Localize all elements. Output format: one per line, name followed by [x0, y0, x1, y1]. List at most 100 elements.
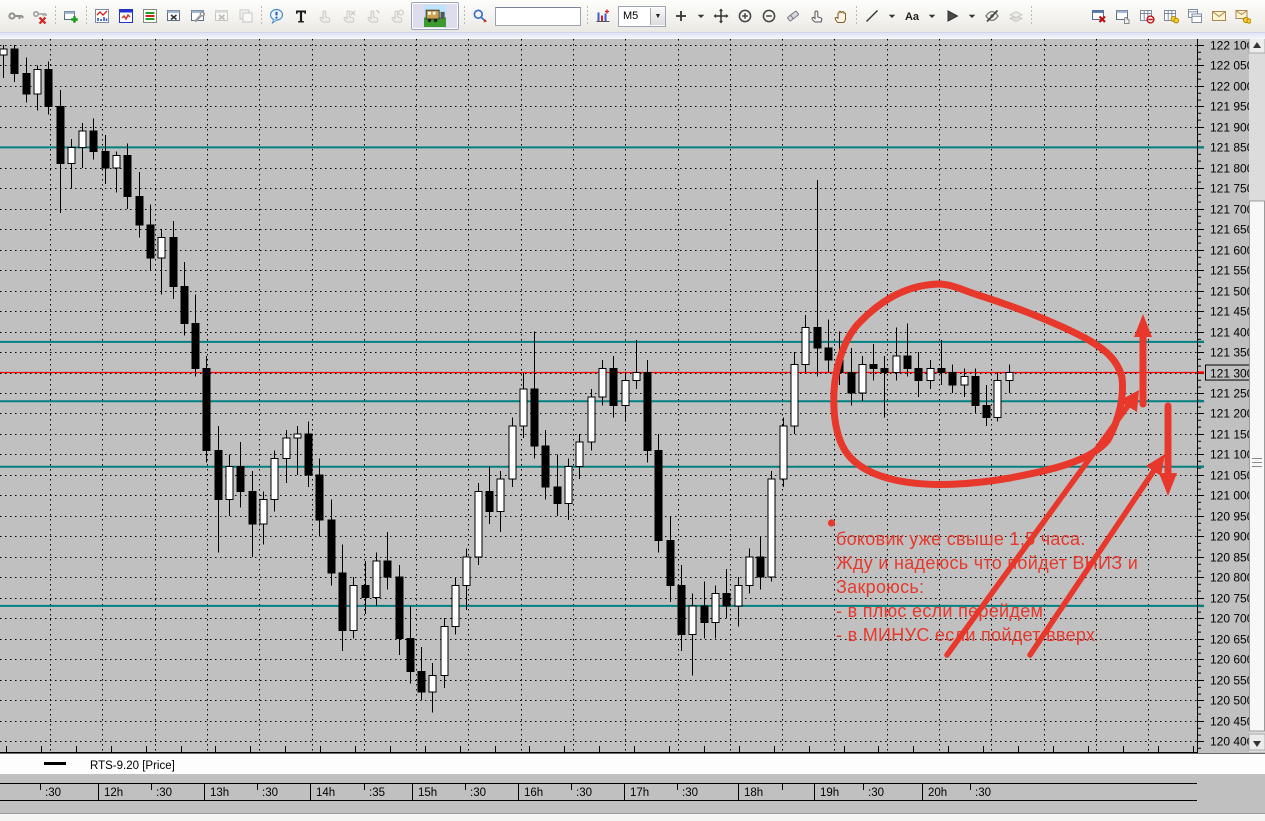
time-axis-label: :30: [576, 787, 592, 799]
time-axis-label: :30: [156, 787, 172, 799]
price-axis-label: 120 700: [1210, 612, 1254, 626]
close-window-icon[interactable]: [162, 3, 186, 29]
annotation-text-line: Закроюсь:: [836, 577, 924, 597]
price-axis-label: 121 500: [1210, 285, 1254, 299]
pan-hand-icon[interactable]: [829, 3, 853, 29]
price-axis-label: 120 550: [1210, 674, 1254, 688]
window-hand-icon[interactable]: [1111, 3, 1135, 29]
toolbar-separator: [584, 4, 591, 28]
caret-down-icon[interactable]: [693, 3, 709, 29]
hand-stop-icon: [385, 3, 409, 29]
price-axis-label: 121 450: [1210, 305, 1254, 319]
combo-dropdown-button[interactable]: ▼: [650, 7, 665, 25]
envelope-icon[interactable]: [1207, 3, 1231, 29]
table-block-icon[interactable]: [1135, 3, 1159, 29]
price-axis-label: 120 600: [1210, 653, 1254, 667]
legend-row: [0, 754, 1265, 774]
toolbar-separator: [83, 4, 90, 28]
configure-window-icon[interactable]: [186, 3, 210, 29]
time-axis-label: 19h: [820, 787, 839, 799]
price-axis-label: 121 750: [1210, 182, 1254, 196]
toolbar: M5 ▼ Aa: [0, 0, 1265, 33]
chart-plot-area[interactable]: [0, 39, 1197, 752]
price-axis-label: 121 200: [1210, 407, 1254, 421]
quotes-list-icon[interactable]: [138, 3, 162, 29]
line-tool-icon[interactable]: [860, 3, 884, 29]
layers-icon: [1004, 3, 1028, 29]
eraser-icon[interactable]: [781, 3, 805, 29]
toolbar-separator: [1028, 4, 1035, 28]
price-axis-label: 121 400: [1210, 326, 1254, 340]
time-axis-label: :30: [45, 787, 61, 799]
quotes-chart-icon[interactable]: [90, 3, 114, 29]
time-axis-label: :30: [682, 787, 698, 799]
table-coins-icon[interactable]: [1159, 3, 1183, 29]
toolbar-separator: [258, 4, 265, 28]
price-axis-label: 120 900: [1210, 530, 1254, 544]
trading-terminal-window: M5 ▼ Aa 122 100 122 050 122 000 121 950 121 90…: [0, 0, 1265, 821]
price-axis-label: 121 700: [1210, 203, 1254, 217]
annotation-text-line: боковик уже свыше 1,5 часа.: [836, 529, 1086, 549]
svg-text:Aa: Aa: [905, 11, 920, 23]
time-axis-label: 15h: [418, 787, 437, 799]
hand-pair-icon: [361, 3, 385, 29]
annotation-text-line: - в плюс если перейдем: [836, 601, 1043, 621]
price-axis-label: 120 850: [1210, 551, 1254, 565]
search-icon[interactable]: [468, 3, 492, 29]
time-axis-label: :30: [470, 787, 486, 799]
caret-down-icon[interactable]: [884, 3, 900, 29]
price-axis-label: 121 850: [1210, 141, 1254, 155]
toolbar-separator: [853, 4, 860, 28]
font-tool-icon[interactable]: Aa: [900, 3, 924, 29]
price-axis-label: 120 950: [1210, 510, 1254, 524]
time-axis-label: 18h: [744, 787, 763, 799]
zoom-out-icon[interactable]: [757, 3, 781, 29]
key-delete-icon[interactable]: [28, 3, 52, 29]
price-axis-label: 121 900: [1210, 121, 1254, 135]
price-axis-label: 122 100: [1210, 39, 1254, 53]
annotation-text-line: Жду и надеюсь что пойдет ВНИЗ и: [836, 553, 1138, 573]
price-axis-label: 121 150: [1210, 428, 1254, 442]
price-axis-label: 120 750: [1210, 592, 1254, 606]
plus-icon[interactable]: [669, 3, 693, 29]
legend-line-swatch: [44, 762, 66, 765]
chart-window-icon[interactable]: [114, 3, 138, 29]
volume-chart-icon[interactable]: [591, 3, 615, 29]
price-axis-label: 122 050: [1210, 59, 1254, 73]
hide-drawings-icon[interactable]: [980, 3, 1004, 29]
price-axis-label: 121 300: [1210, 367, 1254, 381]
price-axis-label: 120 500: [1210, 694, 1254, 708]
price-axis-label: 121 600: [1210, 244, 1254, 258]
caret-down-icon[interactable]: [924, 3, 940, 29]
price-axis-label: 121 650: [1210, 223, 1254, 237]
price-axis-label: 121 800: [1210, 162, 1254, 176]
time-axis-label: 14h: [316, 787, 335, 799]
price-axis-label: 121 050: [1210, 469, 1254, 483]
text-tool-icon[interactable]: [289, 3, 313, 29]
marker-tool-icon[interactable]: [940, 3, 964, 29]
tables-copy-icon[interactable]: [1183, 3, 1207, 29]
caret-down-icon[interactable]: [964, 3, 980, 29]
move-icon[interactable]: [709, 3, 733, 29]
time-axis-label: :30: [262, 787, 278, 799]
price-axis-label: 120 800: [1210, 571, 1254, 585]
timeframe-select[interactable]: M5 ▼: [618, 5, 666, 27]
time-axis-label: :35: [369, 787, 385, 799]
window-close-icon[interactable]: [1087, 3, 1111, 29]
mail-coins-icon[interactable]: [1231, 3, 1255, 29]
price-axis-label: 121 000: [1210, 489, 1254, 503]
delete-window-icon: [210, 3, 234, 29]
chart-stage: 122 100 122 050 122 000 121 950 121 900 121 8…: [0, 33, 1265, 821]
pointer-hand-icon[interactable]: [805, 3, 829, 29]
alert-balloon-icon[interactable]: [265, 3, 289, 29]
price-axis-label: 121 250: [1210, 387, 1254, 401]
zoom-in-icon[interactable]: [733, 3, 757, 29]
key-icon[interactable]: [4, 3, 28, 29]
search-input[interactable]: [495, 6, 581, 26]
toolbar-separator: [52, 4, 59, 28]
time-axis-label: 20h: [928, 787, 947, 799]
vertical-scrollbar[interactable]: [1248, 36, 1265, 752]
add-window-icon[interactable]: [59, 3, 83, 29]
train-picture[interactable]: [411, 2, 459, 30]
timeframe-value: M5: [623, 10, 639, 22]
